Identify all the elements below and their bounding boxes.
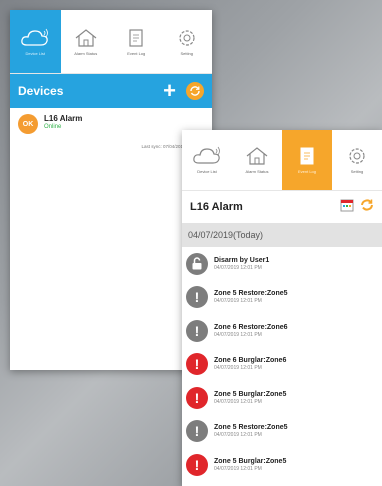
nav-device-list[interactable]: Device List (10, 10, 61, 73)
event-title: Disarm by User1 (214, 256, 270, 264)
unlock-icon (186, 252, 208, 275)
nav-label: Setting (180, 50, 193, 56)
nav-device-list[interactable]: Device List (182, 130, 232, 190)
restore-alert-icon: ! (186, 420, 208, 443)
event-time: 04/07/2019 12:01 PM (214, 365, 262, 372)
event-time: 04/07/2019 12:01 PM (214, 264, 262, 271)
refresh-icon (361, 198, 373, 211)
event-time: 04/07/2019 12:01 PM (214, 331, 262, 338)
event-row[interactable]: ! Zone 6 Burglar:Zone6 04/07/2019 12:01 PM (182, 348, 382, 382)
nav-setting[interactable]: Setting (332, 130, 382, 190)
house-icon (75, 28, 97, 47)
calendar-icon (340, 199, 354, 211)
nav-alarm-status[interactable]: Alarm Status (61, 10, 112, 73)
event-title: Zone 5 Burglar:Zone5 (214, 390, 287, 398)
event-title: Zone 6 Restore:Zone6 (214, 323, 288, 331)
nav-label: Event Log (297, 169, 316, 174)
top-nav: Device List Alarm Status Event Log Setti… (182, 130, 382, 191)
refresh-button[interactable] (360, 198, 374, 217)
event-title: Zone 5 Restore:Zone5 (214, 290, 288, 298)
device-online-status: Online (44, 124, 62, 130)
event-row[interactable]: ! Zone 6 Restore:Zone6 04/07/2019 12:01 PM (182, 314, 382, 348)
alarm-header: L16 Alarm (182, 191, 382, 223)
refresh-icon (190, 86, 200, 96)
event-title: Zone 5 Burglar:Zone5 (214, 457, 287, 465)
event-row[interactable]: Disarm by User1 04/07/2019 12:01 PM (182, 247, 382, 281)
event-log-screen: Device List Alarm Status Event Log Setti… (182, 130, 382, 486)
cloud-icon (21, 28, 49, 46)
alarm-alert-icon: ! (186, 386, 208, 409)
event-time: 04/07/2019 12:01 PM (214, 465, 262, 472)
device-status-badge: OK (18, 114, 38, 134)
alarm-alert-icon: ! (186, 453, 208, 476)
nav-label: Device List (197, 169, 217, 174)
devices-header: Devices + (10, 74, 212, 108)
gear-icon (179, 29, 195, 46)
restore-alert-icon: ! (186, 286, 208, 309)
log-icon (129, 28, 143, 47)
top-nav: Device List Alarm Status Event Log Setti… (10, 10, 212, 74)
nav-event-log[interactable]: Event Log (111, 10, 162, 73)
date-header: 04/07/2019(Today) (182, 223, 382, 247)
calendar-button[interactable] (340, 198, 354, 217)
nav-label: Setting (350, 169, 364, 174)
cloud-icon (193, 146, 220, 164)
nav-label: Event Log (127, 50, 146, 56)
refresh-button[interactable] (186, 82, 204, 100)
event-row[interactable]: ! Zone 5 Burglar:Zone5 04/07/2019 12:01 PM (182, 448, 382, 482)
log-icon (300, 147, 314, 165)
event-row[interactable]: ! Zone 5 Burglar:Zone5 04/07/2019 12:01 PM (182, 381, 382, 415)
event-time: 04/07/2019 12:01 PM (214, 298, 262, 305)
nav-setting[interactable]: Setting (162, 10, 213, 73)
add-device-button[interactable]: + (163, 80, 176, 102)
devices-title: Devices (18, 84, 64, 98)
nav-label: Alarm Status (245, 169, 269, 174)
event-title: Zone 5 Restore:Zone5 (214, 424, 288, 432)
event-time: 04/07/2019 12:01 PM (214, 432, 262, 439)
page-title: L16 Alarm (190, 201, 243, 213)
event-row[interactable]: ! Zone 5 Restore:Zone5 04/07/2019 12:01 PM (182, 281, 382, 315)
nav-label: Alarm Status (74, 50, 98, 56)
house-icon (246, 147, 268, 165)
restore-alert-icon: ! (186, 319, 208, 342)
event-list: Disarm by User1 04/07/2019 12:01 PM! Zone … (182, 247, 382, 482)
event-time: 04/07/2019 12:01 PM (214, 398, 262, 405)
event-row[interactable]: ! Zone 5 Restore:Zone5 04/07/2019 12:01 PM (182, 415, 382, 449)
nav-event-log[interactable]: Event Log (282, 130, 332, 190)
alarm-alert-icon: ! (186, 353, 208, 376)
nav-alarm-status[interactable]: Alarm Status (232, 130, 282, 190)
gear-icon (349, 148, 365, 164)
event-title: Zone 6 Burglar:Zone6 (214, 357, 287, 365)
nav-label: Device List (25, 50, 46, 56)
device-name: L16 Alarm (44, 114, 83, 123)
